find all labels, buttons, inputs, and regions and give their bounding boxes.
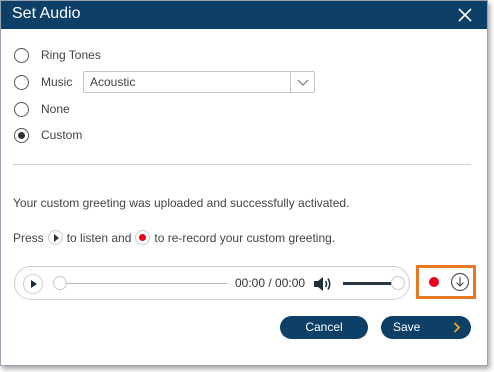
upload-success-message: Your custom greeting was uploaded and su… xyxy=(13,196,350,210)
audio-player: 00:00 / 00:00 xyxy=(14,266,410,300)
music-select-value: Acoustic xyxy=(90,75,136,89)
custom-radio[interactable] xyxy=(14,127,29,143)
instructions-line: Press to listen and to re-record your cu… xyxy=(13,230,335,245)
to-listen-text: to listen and xyxy=(66,230,132,245)
highlighted-controls xyxy=(416,265,476,299)
chevron-right-icon xyxy=(453,322,461,333)
none-label: None xyxy=(41,102,70,116)
seek-track[interactable] xyxy=(57,283,227,284)
cancel-label: Cancel xyxy=(305,320,343,334)
option-custom[interactable]: Custom xyxy=(14,125,82,145)
seek-thumb[interactable] xyxy=(53,276,67,290)
cancel-button[interactable]: Cancel xyxy=(280,316,368,339)
dialog-titlebar: Set Audio xyxy=(1,1,487,29)
music-select[interactable]: Acoustic xyxy=(83,71,315,93)
ring-tones-radio[interactable] xyxy=(14,47,29,63)
option-music[interactable]: Music xyxy=(14,72,72,92)
save-button[interactable]: Save xyxy=(381,316,471,339)
music-label: Music xyxy=(41,75,73,89)
save-label: Save xyxy=(393,320,421,334)
to-rerecord-text: to re-record your custom greeting. xyxy=(154,230,336,245)
press-text: Press xyxy=(13,230,44,245)
custom-label: Custom xyxy=(41,128,83,142)
option-ring-tones[interactable]: Ring Tones xyxy=(14,45,101,65)
none-radio[interactable] xyxy=(14,101,29,117)
volume-thumb[interactable] xyxy=(391,276,405,290)
divider xyxy=(13,164,471,165)
option-none[interactable]: None xyxy=(14,99,70,119)
play-button[interactable] xyxy=(23,274,43,294)
record-icon xyxy=(135,230,151,245)
music-radio[interactable] xyxy=(14,74,29,90)
record-button[interactable] xyxy=(425,273,443,291)
chevron-down-icon[interactable] xyxy=(290,72,314,92)
close-icon[interactable] xyxy=(457,7,473,23)
download-icon[interactable] xyxy=(450,272,470,292)
play-icon xyxy=(47,230,63,245)
ring-tones-label: Ring Tones xyxy=(41,48,101,62)
set-audio-dialog: Set Audio Ring Tones Music Acoustic None… xyxy=(0,0,488,366)
volume-icon[interactable] xyxy=(313,275,333,293)
dialog-title: Set Audio xyxy=(12,5,81,22)
time-display: 00:00 / 00:00 xyxy=(235,276,306,290)
